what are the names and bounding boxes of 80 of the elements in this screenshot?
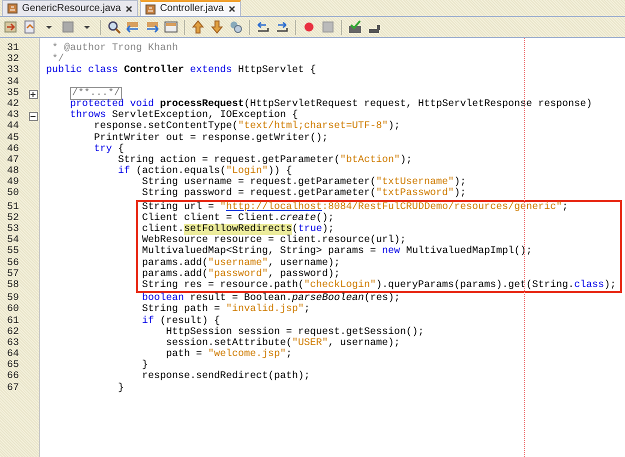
code-line: response.setContentType("text/html;charset=UTF-8"); bbox=[94, 121, 400, 132]
code-line: public class Controller extends HttpServlet { bbox=[46, 65, 316, 76]
code-comment: * @author Trong Khanh bbox=[52, 43, 178, 54]
tab-label: GenericResource.java bbox=[22, 2, 121, 16]
java-file-icon bbox=[7, 3, 18, 14]
line-number: 31 bbox=[6, 43, 19, 54]
line-number: 46 bbox=[6, 144, 19, 155]
line-number: 35 bbox=[6, 88, 19, 99]
line-number: 62 bbox=[6, 326, 19, 338]
code-line: Client client = Client.create(); bbox=[142, 212, 334, 224]
line-number: 47 bbox=[6, 154, 19, 166]
line-number: 42 bbox=[6, 98, 19, 110]
expand-icon[interactable] bbox=[29, 90, 38, 99]
line-number: 61 bbox=[6, 316, 19, 327]
code-line: PrintWriter out = response.getWriter(); bbox=[94, 132, 328, 144]
line-number: 67 bbox=[6, 382, 19, 394]
line-number: 51 bbox=[6, 202, 19, 213]
line-number: 64 bbox=[6, 349, 19, 360]
code-line: params.add("password", password); bbox=[142, 268, 340, 280]
line-number: 43 bbox=[6, 110, 19, 122]
arrow-right-icon[interactable] bbox=[144, 19, 160, 35]
collapse-icon[interactable] bbox=[29, 112, 38, 122]
check-icon[interactable] bbox=[347, 19, 363, 35]
arrow-left-icon[interactable] bbox=[125, 19, 141, 35]
code-line: String action = request.getParameter("btAction"); bbox=[118, 154, 412, 166]
folded-comment: /**...*/ bbox=[70, 86, 122, 100]
code-line: String url = "http://localhost:8084/RestFulCRUDDemo/resources/generic"; bbox=[142, 202, 568, 213]
code-line: String username = request.getParameter("txtUsername"); bbox=[142, 177, 466, 188]
code-comment: */ bbox=[52, 54, 64, 66]
code-line: String path = "invalid.jsp"; bbox=[142, 304, 310, 316]
java-file-icon bbox=[144, 4, 156, 14]
code-line: WebResource resource = client.resource(url); bbox=[142, 235, 406, 246]
line-number: 48 bbox=[6, 166, 19, 178]
shapes-icon[interactable] bbox=[228, 19, 244, 35]
code-line: params.add("username", username); bbox=[142, 258, 340, 269]
close-icon[interactable] bbox=[228, 5, 236, 13]
code-line: protected void processRequest(HttpServletRequest request, HttpServletResponse response) bbox=[70, 98, 592, 110]
line-number: 58 bbox=[6, 280, 19, 292]
line-number: 33 bbox=[6, 65, 19, 77]
line-number: 44 bbox=[6, 121, 19, 133]
line-number: 59 bbox=[6, 293, 19, 304]
code-line: path = "welcome.jsp"; bbox=[166, 349, 292, 360]
line-number: 65 bbox=[6, 360, 19, 372]
search-icon[interactable] bbox=[106, 19, 122, 35]
shift-right-icon[interactable] bbox=[274, 19, 290, 35]
code-line: MultivaluedMap<String, String> params = new MultivaluedMapImpl(); bbox=[142, 246, 532, 258]
code-line: session.setAttribute("USER", username); bbox=[166, 338, 400, 349]
line-number: 63 bbox=[6, 338, 19, 349]
close-icon[interactable] bbox=[124, 4, 133, 12]
code-line: } bbox=[142, 360, 148, 372]
shift-left-icon[interactable] bbox=[255, 19, 271, 35]
code-line: try { bbox=[94, 144, 124, 155]
line-number: 56 bbox=[6, 258, 19, 269]
line-number: 55 bbox=[6, 246, 19, 258]
file-tab[interactable]: GenericResource.java bbox=[2, 0, 138, 16]
line-number: 53 bbox=[6, 224, 19, 235]
line-number: 57 bbox=[6, 268, 19, 280]
code-line: throws ServletException, IOException { bbox=[70, 110, 298, 122]
code-line: boolean result = Boolean.parseBoolean(res); bbox=[142, 293, 400, 304]
line-number: 32 bbox=[6, 54, 19, 66]
code-line: response.sendRedirect(path); bbox=[142, 371, 310, 382]
tab-label: Controller.java bbox=[160, 2, 224, 16]
line-number: 50 bbox=[6, 188, 19, 200]
file-tab[interactable]: Controller.java bbox=[140, 0, 241, 16]
line-number: 49 bbox=[6, 177, 19, 188]
code-line: HttpSession session = request.getSession(); bbox=[166, 326, 424, 338]
code-line: String password = request.getParameter("txtPassword"); bbox=[142, 188, 466, 200]
line-number: 45 bbox=[6, 132, 19, 144]
line-number: 60 bbox=[6, 304, 19, 316]
line-number: 54 bbox=[6, 235, 19, 246]
line-number: 66 bbox=[6, 371, 19, 383]
line-number: 52 bbox=[6, 212, 19, 224]
arrow-up-icon[interactable] bbox=[190, 19, 206, 35]
code-line: String res = resource.path("checkLogin").queryParams(params).get(String.class); bbox=[142, 280, 616, 291]
code-line: if (action.equals("Login")) { bbox=[118, 166, 292, 178]
arrow-down-icon[interactable] bbox=[209, 19, 225, 35]
code-line: if (result) { bbox=[142, 316, 220, 326]
line-number: 34 bbox=[6, 76, 19, 88]
code-line: } bbox=[118, 382, 124, 394]
code-line: client.setFollowRedirects(true); bbox=[142, 224, 334, 235]
